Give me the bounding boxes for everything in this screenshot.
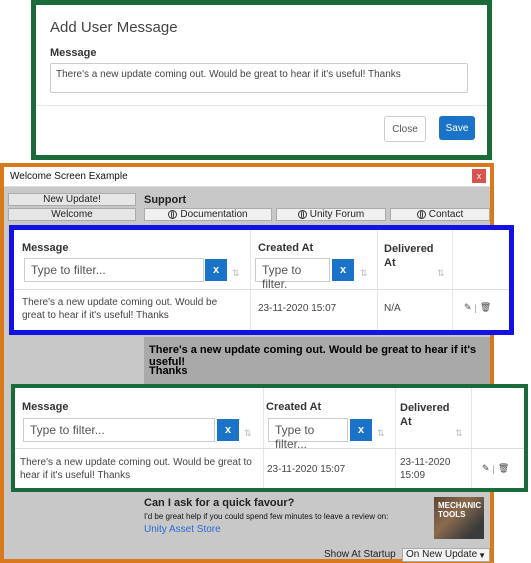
column-header-created-at[interactable]: Created At	[266, 401, 321, 413]
column-header-delivered-at[interactable]: Delivered At	[384, 242, 444, 270]
column-header-delivered-at[interactable]: Delivered At	[400, 401, 460, 429]
dialog-title: Add User Message	[50, 19, 178, 36]
sort-icon[interactable]: ⇅	[437, 268, 445, 279]
globe-icon	[416, 210, 426, 219]
sort-icon[interactable]: ⇅	[360, 268, 368, 279]
header-divider	[14, 289, 509, 290]
sort-icon[interactable]: ⇅	[244, 428, 252, 439]
globe-icon	[297, 210, 307, 219]
welcome-screen-window: Welcome Screen Example x New Update! Wel…	[0, 163, 494, 563]
messages-table-green: Message Created At Delivered At Type to …	[11, 384, 528, 492]
save-button[interactable]: Save	[439, 116, 475, 140]
add-user-message-dialog: Add User Message Message There's a new u…	[31, 0, 492, 160]
contact-button[interactable]: Contact	[390, 208, 490, 221]
column-divider	[377, 230, 378, 330]
column-divider	[452, 230, 453, 330]
row-message-cell: There's a new update coming out. Would b…	[22, 297, 218, 321]
clear-created-filter-button[interactable]: x	[350, 419, 372, 441]
logo-line-2: TOOLS	[438, 510, 466, 519]
contact-label: Contact	[428, 209, 464, 220]
column-divider	[395, 388, 396, 488]
show-at-startup-select[interactable]: On New Update ▼	[402, 548, 490, 562]
show-at-startup-label: Show At Startup	[324, 549, 396, 560]
action-separator: |	[492, 463, 495, 474]
window-title: Welcome Screen Example	[10, 171, 128, 182]
column-divider	[471, 388, 472, 488]
unity-asset-store-link[interactable]: Unity Asset Store	[144, 524, 221, 535]
column-header-created-at[interactable]: Created At	[258, 242, 313, 254]
close-button[interactable]: Close	[384, 116, 426, 142]
mechanic-tools-logo: MECHANIC TOOLS	[434, 497, 484, 539]
row-message-cell: There's a new update coming out. Would b…	[20, 457, 252, 481]
row-created-cell: 23-11-2020 15:07	[258, 303, 337, 314]
created-filter-input[interactable]: Type to filter.	[255, 258, 330, 291]
row-actions: ✎ | 🗑	[482, 463, 509, 474]
trash-icon[interactable]: 🗑	[498, 463, 509, 474]
logo-line-1: MECHANIC	[438, 501, 482, 510]
show-at-startup-value: On New Update	[406, 549, 478, 560]
message-preview-panel: There's a new update coming out. Would b…	[144, 337, 490, 385]
created-filter-input[interactable]: Type to filter...	[268, 418, 348, 451]
unity-forum-button[interactable]: Unity Forum	[276, 208, 386, 221]
favour-title: Can I ask for a quick favour?	[144, 497, 295, 509]
documentation-button[interactable]: Documentation	[144, 208, 272, 221]
row-actions: ✎ | 🗑	[464, 302, 491, 313]
message-preview-line-1: There's a new update coming out. Would b…	[149, 344, 477, 368]
trash-icon[interactable]: 🗑	[480, 302, 491, 313]
support-heading: Support	[144, 194, 187, 206]
message-label: Message	[50, 47, 97, 59]
column-header-message[interactable]: Message	[22, 242, 68, 254]
message-preview-line-2: Thanks	[149, 365, 188, 377]
row-delivered-cell: N/A	[384, 303, 401, 314]
clear-created-filter-button[interactable]: x	[332, 259, 354, 281]
edit-icon[interactable]: ✎	[482, 463, 490, 474]
clear-message-filter-button[interactable]: x	[217, 419, 239, 441]
dialog-divider	[36, 105, 487, 106]
edit-icon[interactable]: ✎	[464, 302, 472, 313]
unity-forum-label: Unity Forum	[309, 209, 365, 220]
messages-table-blue: Message Created At Delivered At Type to …	[9, 225, 514, 335]
row-created-cell: 23-11-2020 15:07	[267, 464, 346, 475]
clear-message-filter-button[interactable]: x	[205, 259, 227, 281]
nav-new-update-button[interactable]: New Update!	[8, 193, 136, 206]
sort-icon[interactable]: ⇅	[232, 268, 240, 279]
window-titlebar: Welcome Screen Example x	[4, 167, 490, 187]
favour-text: I'd be great help if you could spend few…	[144, 512, 389, 521]
column-divider	[263, 388, 264, 488]
action-separator: |	[474, 302, 477, 313]
chevron-down-icon: ▼	[478, 551, 486, 560]
documentation-label: Documentation	[180, 209, 248, 220]
globe-icon	[168, 210, 178, 219]
sort-icon[interactable]: ⇅	[455, 428, 463, 439]
column-header-message[interactable]: Message	[22, 401, 68, 413]
row-delivered-cell: 23-11-2020 15:09	[400, 457, 451, 481]
message-filter-input[interactable]: Type to filter...	[24, 258, 204, 282]
message-input[interactable]: There's a new update coming out. Would b…	[50, 63, 468, 93]
header-divider	[15, 448, 524, 449]
message-filter-input[interactable]: Type to filter...	[23, 418, 215, 442]
sort-icon[interactable]: ⇅	[377, 428, 385, 439]
nav-welcome-button[interactable]: Welcome	[8, 208, 136, 221]
window-close-icon[interactable]: x	[472, 169, 486, 183]
column-divider	[250, 230, 251, 330]
